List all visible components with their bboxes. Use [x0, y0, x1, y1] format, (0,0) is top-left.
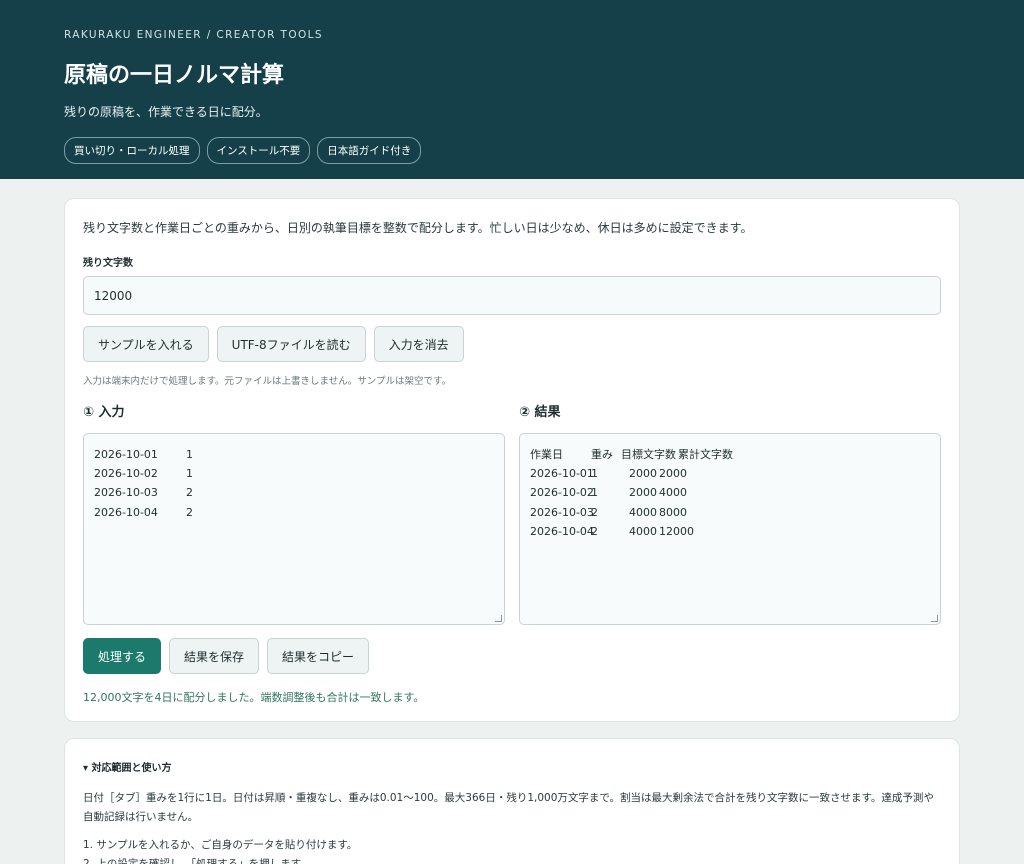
action-toolbar: 処理する 結果を保存 結果をコピー [83, 638, 941, 674]
result-row: 2026-10-01 1 2000 2000 [530, 467, 687, 481]
input-row: 2026-10-02 1 [94, 467, 193, 481]
chip-no-install: インストール不要 [206, 137, 311, 164]
help-steps: 1. サンプルを入れるか、ご自身のデータを貼り付けます。 2. 上の設定を確認し… [83, 836, 941, 864]
feature-chips: 買い切り・ローカル処理 インストール不要 日本語ガイド付き [64, 137, 960, 164]
process-button[interactable]: 処理する [83, 638, 162, 674]
privacy-note: 入力は端末内だけで処理します。元ファイルは上書きしません。サンプルは架空です。 [83, 376, 452, 387]
intro-text: 残り文字数と作業日ごとの重みから、日別の執筆目標を整数で配分します。忙しい日は少… [83, 221, 753, 235]
copy-result-button[interactable]: 結果をコピー [267, 638, 370, 674]
result-row: 2026-10-03 2 4000 8000 [530, 505, 687, 519]
input-heading: ① 入力 [83, 405, 125, 420]
save-result-button[interactable]: 結果を保存 [169, 638, 260, 674]
io-panes: ① 入力 2026-10-01 1 2026-10-02 1 2026-10-03 2… [83, 401, 941, 625]
help-card: ▾ 対応範囲と使い方 日付［タブ］重みを1行に1日。日付は昇順・重複なし、重みは… [64, 738, 960, 864]
calculator-card: 残り文字数と作業日ごとの重みから、日別の執筆目標を整数で配分します。忙しい日は少… [64, 198, 960, 722]
chip-buyout-local: 買い切り・ローカル処理 [64, 137, 200, 164]
result-heading: ② 結果 [519, 405, 561, 420]
remaining-chars-input[interactable]: 12000 [83, 276, 941, 315]
page-subtitle: 残りの原稿を、作業できる日に配分。 [64, 105, 268, 119]
clear-input-button[interactable]: 入力を消去 [373, 326, 464, 362]
input-row: 2026-10-01 1 [94, 448, 193, 461]
input-row: 2026-10-03 2 [94, 486, 193, 500]
resize-handle[interactable] [931, 615, 938, 622]
result-textarea[interactable]: 作業日 重み 目標文字数 累計文字数 2026-10-01 1 2000 2000 2026… [519, 433, 941, 625]
status-message: 12,000文字を4日に配分しました。端数調整後も合計は一致します。 [83, 691, 425, 704]
read-file-button[interactable]: UTF-8ファイルを読む [216, 326, 366, 362]
resize-handle[interactable] [495, 615, 502, 622]
help-toggle[interactable]: ▾ 対応範囲と使い方 [83, 759, 941, 774]
insert-sample-button[interactable]: サンプルを入れる [83, 326, 209, 362]
help-text: 日付［タブ］重みを1行に1日。日付は昇順・重複なし、重みは0.01〜100。最大… [83, 792, 934, 823]
input-row: 2026-10-04 2 [94, 505, 193, 519]
page-header: RAKURAKU ENGINEER / CREATOR TOOLS 原稿の一日ノ… [0, 0, 1024, 179]
remaining-label: 残り文字数 [83, 258, 133, 269]
result-header-row: 作業日 重み 目標文字数 累計文字数 [530, 448, 733, 461]
brand-eyebrow: RAKURAKU ENGINEER / CREATOR TOOLS [64, 29, 323, 41]
input-pane: ① 入力 2026-10-01 1 2026-10-02 1 2026-10-03 2… [83, 401, 505, 625]
help-step: 2. 上の設定を確認し、「処理する」を押します。 [83, 858, 311, 864]
result-pane: ② 結果 作業日 重み 目標文字数 累計文字数 2026-10-01 1 2000 2000… [519, 401, 941, 625]
help-step: 1. サンプルを入れるか、ご自身のデータを貼り付けます。 [83, 839, 358, 851]
chip-japanese-guide: 日本語ガイド付き [317, 137, 422, 164]
input-textarea[interactable]: 2026-10-01 1 2026-10-02 1 2026-10-03 2 2026… [83, 433, 505, 625]
input-toolbar: サンプルを入れる UTF-8ファイルを読む 入力を消去 [83, 326, 941, 362]
page-title: 原稿の一日ノルマ計算 [64, 63, 285, 88]
result-row: 2026-10-02 1 2000 4000 [530, 486, 687, 500]
result-row: 2026-10-04 2 4000 12000 [530, 524, 694, 538]
